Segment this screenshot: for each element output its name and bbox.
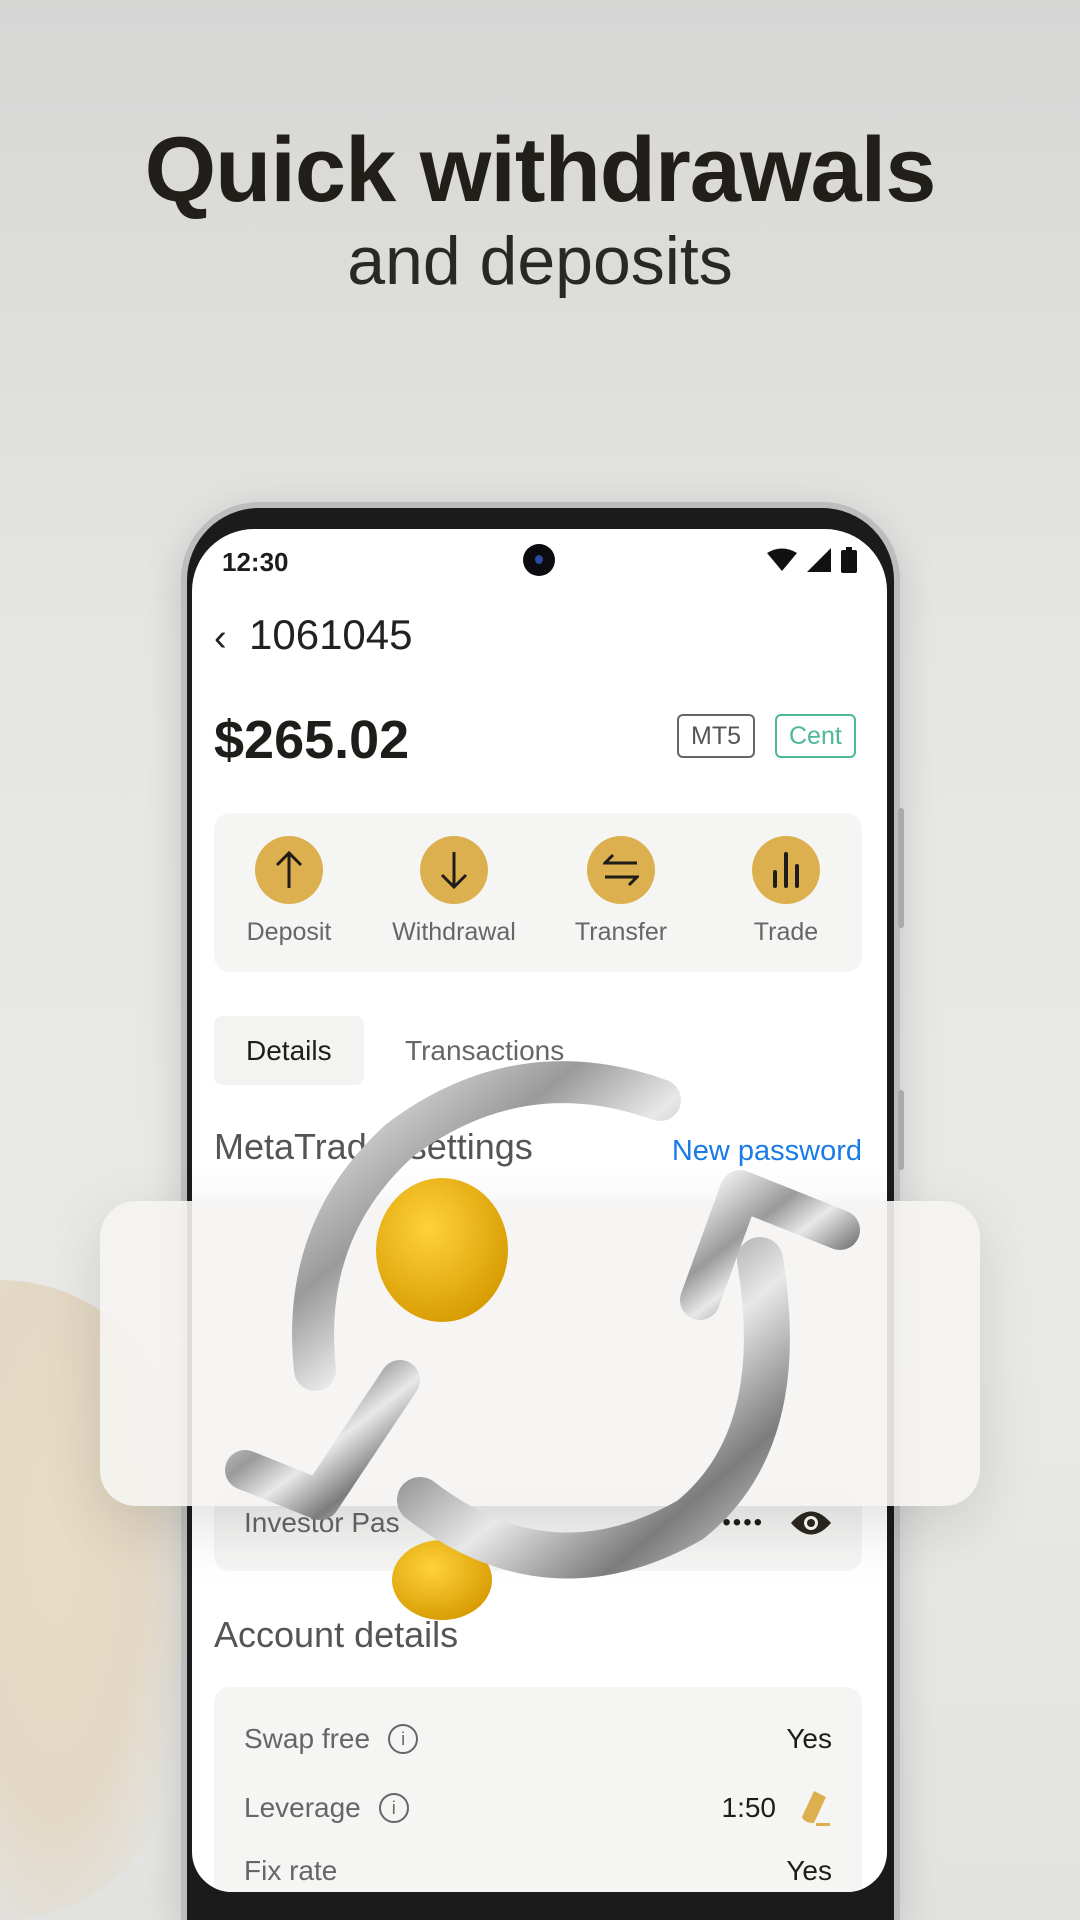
arrow-up-icon: [255, 836, 323, 904]
account-type-badge: Cent: [775, 714, 856, 758]
account-details-card: Swap free i Yes Leverage i 1:50 Fix rate…: [214, 1687, 862, 1892]
phone-side-button: [898, 808, 904, 928]
status-icons: [767, 547, 857, 573]
chevron-left-icon[interactable]: ‹: [214, 617, 227, 660]
quick-actions: Deposit Withdrawal Transfer Trade: [214, 813, 862, 972]
coin-top: [376, 1178, 508, 1322]
withdrawal-button[interactable]: Withdrawal: [384, 836, 524, 947]
action-label: Deposit: [246, 918, 332, 946]
account-details-title: Account details: [214, 1614, 459, 1655]
arrow-head-left: [225, 1360, 420, 1520]
exchange-arrows-illustration: [225, 1061, 860, 1620]
detail-value: 1:50: [721, 1792, 777, 1823]
trade-button[interactable]: Trade: [716, 836, 856, 947]
status-time: 12:30: [222, 547, 289, 577]
transfer-icon: [587, 836, 655, 904]
hero-title: Quick withdrawals: [144, 119, 937, 221]
arrow-down-icon: [420, 836, 488, 904]
account-number: 1061045: [249, 611, 413, 658]
info-icon[interactable]: i: [378, 1793, 409, 1823]
detail-row-fix-rate: Fix rate Yes: [244, 1855, 832, 1887]
detail-row-swap-free: Swap free i Yes: [244, 1723, 832, 1755]
detail-label: Fix rate: [244, 1855, 338, 1886]
detail-label: Leverage: [244, 1792, 361, 1823]
action-label: Withdrawal: [392, 918, 516, 946]
detail-value: Yes: [786, 1723, 832, 1754]
wifi-icon: [767, 548, 797, 571]
hero-subtitle: and deposits: [347, 223, 733, 299]
balance-amount: $265.02: [214, 710, 410, 770]
bar-chart-icon: [752, 836, 820, 904]
detail-label: Swap free: [244, 1723, 371, 1754]
transfer-button[interactable]: Transfer: [551, 836, 691, 947]
info-icon[interactable]: i: [388, 1724, 419, 1754]
camera-cutout: [523, 544, 555, 576]
deposit-button[interactable]: Deposit: [219, 836, 359, 947]
detail-value: Yes: [786, 1855, 832, 1886]
signal-icon: [807, 548, 831, 572]
edit-icon[interactable]: [800, 1789, 832, 1827]
action-label: Transfer: [574, 918, 668, 946]
detail-row-leverage: Leverage i 1:50: [244, 1789, 832, 1827]
action-label: Trade: [753, 918, 819, 946]
platform-badge: MT5: [677, 714, 755, 758]
battery-icon: [841, 547, 857, 573]
